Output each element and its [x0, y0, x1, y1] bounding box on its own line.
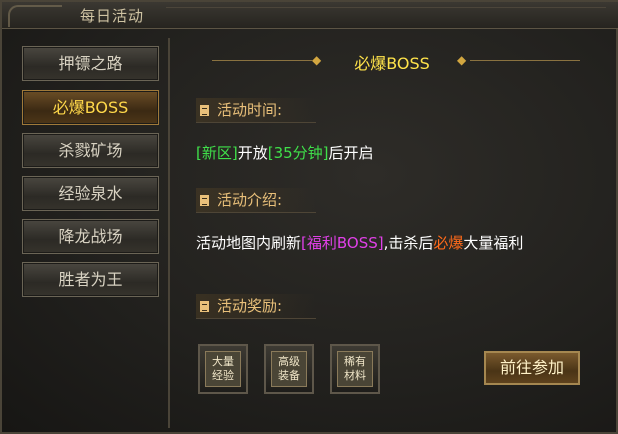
document-icon: [200, 301, 209, 312]
time-text-open: 开放: [237, 144, 268, 162]
sidebar-item-dragon-battlefield[interactable]: 降龙战场: [22, 219, 159, 254]
diamond-right-icon: ◆: [457, 53, 467, 67]
activity-sidebar: 押镖之路 必爆BOSS 杀戮矿场 经验泉水 降龙战场 胜者为王: [16, 38, 170, 428]
time-text: [新区]开放[35分钟]后开启: [196, 142, 374, 163]
intro-text-part5: 大量福利: [463, 234, 524, 252]
document-icon: [200, 105, 209, 116]
reward-label-equipment: 高级 装备: [271, 351, 307, 387]
activity-detail: ◆ 必爆BOSS ◆ 活动时间: [新区]开放[35分钟]后开启 活动介绍: 活…: [172, 38, 612, 428]
time-text-minutes: [35分钟]: [267, 144, 329, 162]
reward-label-material: 稀有 材料: [337, 351, 373, 387]
sidebar-item-escort[interactable]: 押镖之路: [22, 46, 159, 81]
sidebar-item-mine[interactable]: 杀戮矿场: [22, 133, 159, 168]
title-divider: [166, 7, 606, 23]
time-text-server: [新区]: [196, 144, 238, 162]
reward-heading-label: 活动奖励:: [217, 297, 283, 315]
intro-text: 活动地图内刷新[福利BOSS],击杀后必爆大量福利: [196, 232, 523, 253]
reward-heading: 活动奖励:: [196, 294, 316, 319]
sidebar-item-boss[interactable]: 必爆BOSS: [22, 90, 159, 125]
intro-text-part3: ,击杀后: [383, 234, 434, 252]
sidebar-item-winner[interactable]: 胜者为王: [22, 262, 159, 297]
intro-heading-label: 活动介绍:: [217, 191, 283, 209]
window-title: 每日活动: [80, 7, 145, 25]
activity-title: 必爆BOSS: [354, 54, 430, 73]
intro-text-boss: [福利BOSS]: [301, 234, 384, 252]
reward-label-exp: 大量 经验: [205, 351, 241, 387]
intro-text-drop: 必爆: [433, 234, 464, 252]
reward-slot-exp[interactable]: 大量 经验: [198, 344, 248, 394]
time-text-start: 后开启: [328, 144, 374, 162]
title-bar: 每日活动: [2, 2, 618, 29]
reward-slot-equipment[interactable]: 高级 装备: [264, 344, 314, 394]
activity-window: 每日活动 押镖之路 必爆BOSS 杀戮矿场 经验泉水 降龙战场 胜者为王 ◆ 必…: [0, 0, 618, 434]
intro-text-part1: 活动地图内刷新: [196, 234, 302, 252]
header-line-right: [470, 60, 580, 61]
title-ornament: [8, 5, 62, 27]
sidebar-item-exp-spring[interactable]: 经验泉水: [22, 176, 159, 211]
time-heading: 活动时间:: [196, 98, 316, 123]
document-icon: [200, 195, 209, 206]
time-heading-label: 活动时间:: [217, 101, 283, 119]
join-button[interactable]: 前往参加: [484, 351, 580, 385]
reward-slot-material[interactable]: 稀有 材料: [330, 344, 380, 394]
intro-heading: 活动介绍:: [196, 188, 316, 213]
